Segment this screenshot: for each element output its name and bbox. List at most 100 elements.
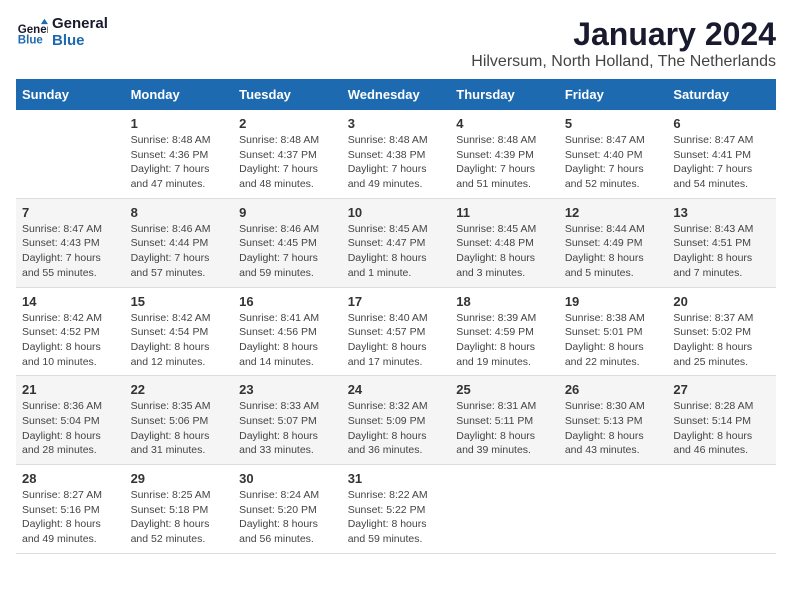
sunrise-text: Sunrise: 8:46 AM [131, 223, 211, 235]
daylight-text: Daylight: 8 hours and 19 minutes. [456, 341, 535, 368]
daylight-text: Daylight: 7 hours and 48 minutes. [239, 163, 318, 190]
sunrise-text: Sunrise: 8:28 AM [673, 400, 753, 412]
calendar-day-cell: 5 Sunrise: 8:47 AM Sunset: 4:40 PM Dayli… [559, 110, 668, 198]
sunrise-text: Sunrise: 8:48 AM [131, 134, 211, 146]
day-info: Sunrise: 8:45 AM Sunset: 4:47 PM Dayligh… [348, 222, 445, 281]
calendar-day-cell: 17 Sunrise: 8:40 AM Sunset: 4:57 PM Dayl… [342, 287, 451, 376]
daylight-text: Daylight: 7 hours and 49 minutes. [348, 163, 427, 190]
logo: General Blue General Blue [16, 16, 108, 49]
sunrise-text: Sunrise: 8:45 AM [348, 223, 428, 235]
day-info: Sunrise: 8:31 AM Sunset: 5:11 PM Dayligh… [456, 399, 553, 458]
daylight-text: Daylight: 8 hours and 39 minutes. [456, 430, 535, 457]
day-info: Sunrise: 8:27 AM Sunset: 5:16 PM Dayligh… [22, 488, 119, 547]
calendar-week-row: 21 Sunrise: 8:36 AM Sunset: 5:04 PM Dayl… [16, 376, 776, 465]
day-number: 27 [673, 382, 770, 397]
calendar-day-cell: 21 Sunrise: 8:36 AM Sunset: 5:04 PM Dayl… [16, 376, 125, 465]
day-info: Sunrise: 8:48 AM Sunset: 4:38 PM Dayligh… [348, 133, 445, 192]
day-number: 7 [22, 205, 119, 220]
weekday-header: Tuesday [233, 79, 342, 110]
day-number: 17 [348, 294, 445, 309]
day-info: Sunrise: 8:40 AM Sunset: 4:57 PM Dayligh… [348, 311, 445, 370]
day-info: Sunrise: 8:48 AM Sunset: 4:36 PM Dayligh… [131, 133, 228, 192]
calendar-day-cell: 2 Sunrise: 8:48 AM Sunset: 4:37 PM Dayli… [233, 110, 342, 198]
weekday-header: Monday [125, 79, 234, 110]
day-number: 12 [565, 205, 662, 220]
daylight-text: Daylight: 7 hours and 55 minutes. [22, 252, 101, 279]
sunrise-text: Sunrise: 8:38 AM [565, 312, 645, 324]
daylight-text: Daylight: 8 hours and 14 minutes. [239, 341, 318, 368]
sunset-text: Sunset: 5:22 PM [348, 504, 426, 516]
day-info: Sunrise: 8:22 AM Sunset: 5:22 PM Dayligh… [348, 488, 445, 547]
day-number: 15 [131, 294, 228, 309]
day-number: 6 [673, 116, 770, 131]
sunset-text: Sunset: 5:18 PM [131, 504, 209, 516]
calendar-week-row: 7 Sunrise: 8:47 AM Sunset: 4:43 PM Dayli… [16, 198, 776, 287]
calendar-day-cell: 4 Sunrise: 8:48 AM Sunset: 4:39 PM Dayli… [450, 110, 559, 198]
calendar-day-cell: 8 Sunrise: 8:46 AM Sunset: 4:44 PM Dayli… [125, 198, 234, 287]
daylight-text: Daylight: 7 hours and 47 minutes. [131, 163, 210, 190]
sunset-text: Sunset: 4:54 PM [131, 326, 209, 338]
calendar-day-cell: 28 Sunrise: 8:27 AM Sunset: 5:16 PM Dayl… [16, 465, 125, 554]
daylight-text: Daylight: 8 hours and 1 minute. [348, 252, 427, 279]
daylight-text: Daylight: 8 hours and 12 minutes. [131, 341, 210, 368]
day-number: 4 [456, 116, 553, 131]
title-block: January 2024 Hilversum, North Holland, T… [471, 16, 776, 71]
calendar-day-cell: 30 Sunrise: 8:24 AM Sunset: 5:20 PM Dayl… [233, 465, 342, 554]
sunset-text: Sunset: 5:16 PM [22, 504, 100, 516]
sunset-text: Sunset: 4:38 PM [348, 149, 426, 161]
day-number: 24 [348, 382, 445, 397]
calendar-day-cell: 31 Sunrise: 8:22 AM Sunset: 5:22 PM Dayl… [342, 465, 451, 554]
day-info: Sunrise: 8:47 AM Sunset: 4:40 PM Dayligh… [565, 133, 662, 192]
day-info: Sunrise: 8:47 AM Sunset: 4:41 PM Dayligh… [673, 133, 770, 192]
day-number: 3 [348, 116, 445, 131]
page-subtitle: Hilversum, North Holland, The Netherland… [471, 53, 776, 71]
calendar-day-cell [559, 465, 668, 554]
sunrise-text: Sunrise: 8:48 AM [456, 134, 536, 146]
day-info: Sunrise: 8:28 AM Sunset: 5:14 PM Dayligh… [673, 399, 770, 458]
day-number: 5 [565, 116, 662, 131]
daylight-text: Daylight: 8 hours and 52 minutes. [131, 518, 210, 545]
sunset-text: Sunset: 4:51 PM [673, 237, 751, 249]
day-number: 11 [456, 205, 553, 220]
day-number: 9 [239, 205, 336, 220]
sunset-text: Sunset: 4:41 PM [673, 149, 751, 161]
calendar-day-cell: 6 Sunrise: 8:47 AM Sunset: 4:41 PM Dayli… [667, 110, 776, 198]
svg-text:Blue: Blue [18, 34, 44, 46]
sunset-text: Sunset: 4:43 PM [22, 237, 100, 249]
day-info: Sunrise: 8:37 AM Sunset: 5:02 PM Dayligh… [673, 311, 770, 370]
logo-icon: General Blue [16, 17, 48, 49]
sunset-text: Sunset: 5:06 PM [131, 415, 209, 427]
daylight-text: Daylight: 8 hours and 10 minutes. [22, 341, 101, 368]
sunset-text: Sunset: 4:52 PM [22, 326, 100, 338]
sunset-text: Sunset: 4:40 PM [565, 149, 643, 161]
daylight-text: Daylight: 8 hours and 3 minutes. [456, 252, 535, 279]
calendar-day-cell: 24 Sunrise: 8:32 AM Sunset: 5:09 PM Dayl… [342, 376, 451, 465]
calendar-day-cell: 7 Sunrise: 8:47 AM Sunset: 4:43 PM Dayli… [16, 198, 125, 287]
daylight-text: Daylight: 8 hours and 46 minutes. [673, 430, 752, 457]
header-row: SundayMondayTuesdayWednesdayThursdayFrid… [16, 79, 776, 110]
sunrise-text: Sunrise: 8:22 AM [348, 489, 428, 501]
day-number: 26 [565, 382, 662, 397]
sunset-text: Sunset: 5:07 PM [239, 415, 317, 427]
day-info: Sunrise: 8:42 AM Sunset: 4:52 PM Dayligh… [22, 311, 119, 370]
calendar-day-cell: 16 Sunrise: 8:41 AM Sunset: 4:56 PM Dayl… [233, 287, 342, 376]
sunset-text: Sunset: 5:01 PM [565, 326, 643, 338]
sunrise-text: Sunrise: 8:44 AM [565, 223, 645, 235]
sunrise-text: Sunrise: 8:48 AM [348, 134, 428, 146]
calendar-day-cell [667, 465, 776, 554]
day-info: Sunrise: 8:47 AM Sunset: 4:43 PM Dayligh… [22, 222, 119, 281]
weekday-header: Wednesday [342, 79, 451, 110]
calendar-day-cell: 14 Sunrise: 8:42 AM Sunset: 4:52 PM Dayl… [16, 287, 125, 376]
day-number: 18 [456, 294, 553, 309]
day-info: Sunrise: 8:48 AM Sunset: 4:39 PM Dayligh… [456, 133, 553, 192]
weekday-header: Saturday [667, 79, 776, 110]
daylight-text: Daylight: 8 hours and 31 minutes. [131, 430, 210, 457]
day-info: Sunrise: 8:32 AM Sunset: 5:09 PM Dayligh… [348, 399, 445, 458]
sunset-text: Sunset: 5:04 PM [22, 415, 100, 427]
sunset-text: Sunset: 4:44 PM [131, 237, 209, 249]
calendar-day-cell: 23 Sunrise: 8:33 AM Sunset: 5:07 PM Dayl… [233, 376, 342, 465]
calendar-day-cell: 26 Sunrise: 8:30 AM Sunset: 5:13 PM Dayl… [559, 376, 668, 465]
day-number: 28 [22, 471, 119, 486]
sunrise-text: Sunrise: 8:48 AM [239, 134, 319, 146]
day-number: 31 [348, 471, 445, 486]
